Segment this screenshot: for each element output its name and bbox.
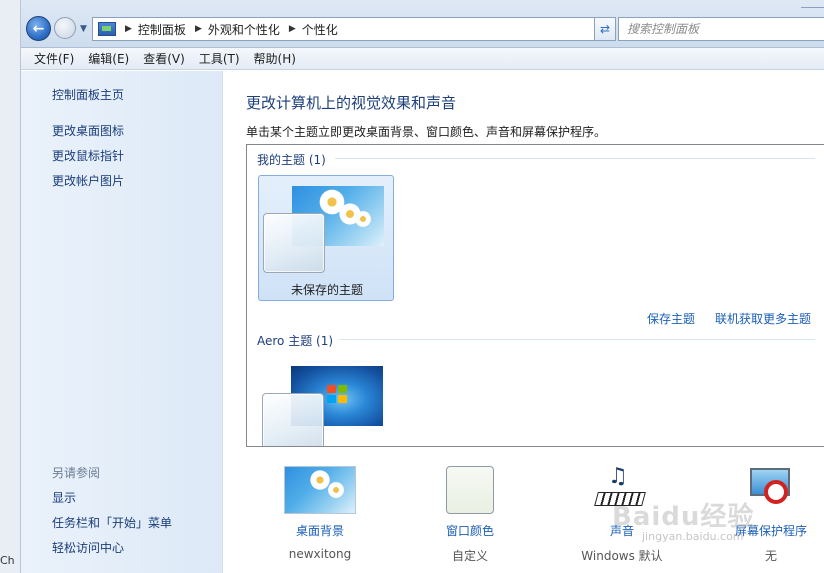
arrow-left-icon: ← [32,20,45,37]
desktop-background-setting[interactable]: 桌面背景 newxitong [260,466,380,561]
menu-tools[interactable]: 工具(T) [192,50,247,67]
control-panel-home-link[interactable]: 控制面板主页 [52,86,124,103]
aero-themes-header[interactable]: Aero 主题 (1) [257,332,333,349]
page-description: 单击某个主题立即更改桌面背景、窗口颜色、声音和屏幕保护程序。 [246,125,607,139]
change-account-picture-link[interactable]: 更改帐户图片 [52,172,124,189]
breadcrumb-control-panel[interactable]: 控制面板 [138,21,186,38]
watermark-url: jingyan.baidu.com [642,530,744,543]
search-input[interactable] [627,22,824,36]
sounds-value: Windows 默认 [581,549,663,563]
refresh-icon: ⇄ [599,22,611,36]
theme-list[interactable]: 我的主题 (1) 未保存的主题 保存主题 联机获取更多主题 Aero 主题 (1… [246,144,824,447]
control-panel-icon [98,22,116,36]
back-button[interactable]: ← [26,16,51,41]
theme-unsaved[interactable]: 未保存的主题 [258,175,394,301]
desktop-background-icon [284,466,356,514]
group-divider [339,339,815,340]
window-color-swatch [262,393,324,446]
get-more-themes-link[interactable]: 联机获取更多主题 [715,310,811,327]
window-color-value: 自定义 [451,549,488,563]
taskbar-start-menu-link[interactable]: 任务栏和「开始」菜单 [52,514,172,531]
change-desktop-icons-link[interactable]: 更改桌面图标 [52,122,124,139]
task-pane: 控制面板主页 更改桌面图标 更改鼠标指针 更改帐户图片 另请参阅 显示 任务栏和… [21,71,223,573]
recent-pages-dropdown[interactable]: ▼ [80,24,87,34]
window-color-setting[interactable]: 窗口颜色 自定义 [410,466,530,564]
breadcrumb-appearance[interactable]: 外观和个性化 [208,21,280,38]
group-divider [335,158,815,159]
chevron-right-icon[interactable]: ▶ [195,24,202,34]
window-color-label[interactable]: 窗口颜色 [410,522,530,539]
menu-edit[interactable]: 编辑(E) [81,50,136,67]
taskbar-peek-text: Ch [0,554,15,567]
address-bar[interactable]: ▶ 控制面板 ▶ 外观和个性化 ▶ 个性化 ▼ [92,17,612,41]
window-color-swatch [263,213,325,273]
display-link[interactable]: 显示 [52,489,76,506]
desktop-background-label[interactable]: 桌面背景 [260,522,380,539]
title-bar-edge [801,7,824,8]
baidu-watermark: Baidu经验 jingyan.baidu.com [612,496,755,543]
background-window-strip: Ch [0,0,21,573]
ease-of-access-link[interactable]: 轻松访问中心 [52,539,124,556]
control-panel-window: ← ▼ ▶ 控制面板 ▶ 外观和个性化 ▶ 个性化 ▼ ⇄ 文件(F) 编辑(E… [21,0,824,573]
address-toolbar: ← ▼ ▶ 控制面板 ▶ 外观和个性化 ▶ 个性化 ▼ ⇄ [21,0,824,48]
windows-logo-icon [327,385,349,405]
see-also-header: 另请参阅 [52,466,101,480]
chevron-right-icon[interactable]: ▶ [289,24,296,34]
refresh-button[interactable]: ⇄ [594,17,616,41]
watermark-text: Baidu经验 [612,502,755,532]
window-color-icon [446,466,494,514]
daisy-image [327,481,345,499]
desktop-background-value: newxitong [288,547,352,561]
page-title: 更改计算机上的视觉效果和声音 [246,94,457,112]
change-mouse-pointers-link[interactable]: 更改鼠标指针 [52,147,124,164]
screensaver-value: 无 [764,549,777,563]
menu-bar: 文件(F) 编辑(E) 查看(V) 工具(T) 帮助(H) [21,48,824,70]
forward-button[interactable] [54,17,76,39]
daisy-image [354,210,372,228]
theme-name: 未保存的主题 [290,283,363,297]
menu-view[interactable]: 查看(V) [136,50,192,67]
menu-help[interactable]: 帮助(H) [247,50,303,67]
my-themes-header[interactable]: 我的主题 (1) [257,151,326,168]
theme-windows7[interactable] [258,356,394,446]
music-note-icon: ♫ [608,464,628,489]
save-theme-link[interactable]: 保存主题 [647,310,695,327]
breadcrumb-personalization[interactable]: 个性化 [302,21,338,38]
prohibited-icon [764,480,788,504]
chevron-right-icon[interactable]: ▶ [125,24,132,34]
menu-file[interactable]: 文件(F) [27,50,81,67]
search-box[interactable] [618,17,824,41]
